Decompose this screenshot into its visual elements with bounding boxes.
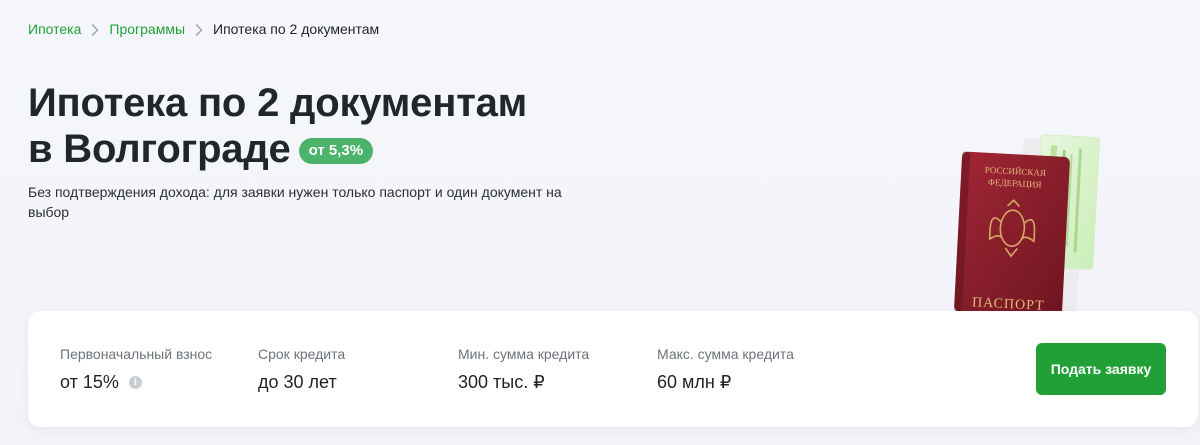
apply-button[interactable]: Подать заявку [1036, 343, 1166, 395]
breadcrumb: Ипотека Программы Ипотека по 2 документа… [28, 20, 379, 38]
param-max-amount: Макс. сумма кредита 60 млн ₽ [657, 345, 794, 393]
param-value-text: от 15% [60, 372, 119, 392]
breadcrumb-current: Ипотека по 2 документам [213, 21, 380, 37]
param-loan-term: Срок кредита до 30 лет [258, 345, 345, 393]
chevron-right-icon [185, 20, 213, 38]
param-value: 300 тыс. ₽ [458, 372, 545, 392]
param-value: до 30 лет [258, 372, 337, 392]
passport-and-snils-icon: РОССИЙСКАЯ ФЕДЕРАЦИЯ ПАСПОРТ [940, 130, 1110, 320]
rate-badge: от 5,3% [298, 138, 374, 164]
breadcrumb-link-programs[interactable]: Программы [109, 20, 185, 38]
loan-params-card: Первоначальный взнос от 15% i Срок креди… [28, 311, 1198, 427]
param-label: Макс. сумма кредита [657, 346, 794, 362]
page-title-line-2-wrap: в Волгограде от 5,3% [28, 126, 527, 172]
param-label: Срок кредита [258, 346, 346, 362]
param-value: от 15% i [60, 371, 212, 393]
param-label: Первоначальный взнос [60, 346, 213, 362]
info-icon[interactable]: i [128, 375, 142, 389]
param-down-payment: Первоначальный взнос от 15% i [60, 345, 212, 393]
param-value: 60 млн ₽ [657, 372, 732, 392]
param-label: Мин. сумма кредита [458, 346, 590, 362]
page-title-line-2: в Волгограде [28, 127, 291, 171]
page-title-line-1: Ипотека по 2 документам [28, 81, 528, 125]
page-title: Ипотека по 2 документам в Волгограде от 5… [28, 80, 527, 172]
breadcrumb-link-mortgage[interactable]: Ипотека [28, 20, 81, 38]
chevron-right-icon [81, 20, 109, 38]
page-subtitle: Без подтверждения дохода: для заявки нуж… [28, 184, 562, 220]
param-min-amount: Мин. сумма кредита 300 тыс. ₽ [458, 345, 589, 393]
